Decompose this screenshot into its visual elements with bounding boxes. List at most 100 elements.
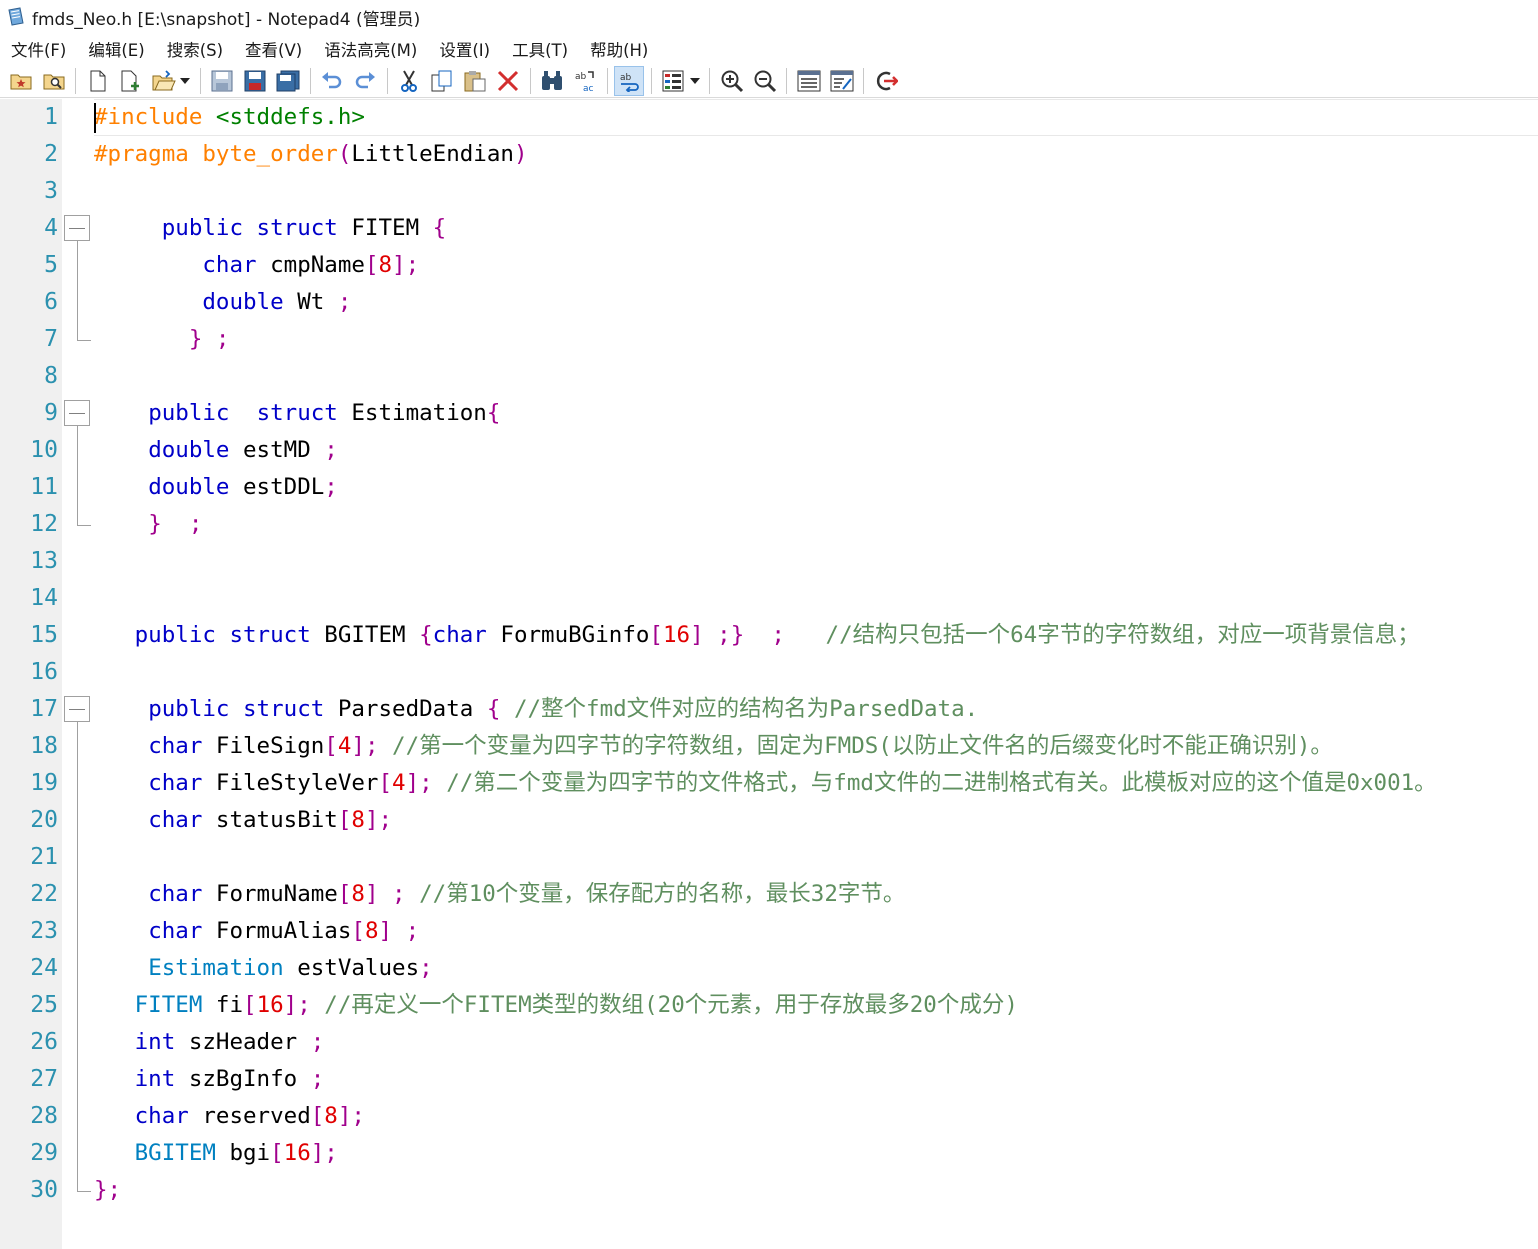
code-token: [	[270, 1140, 284, 1166]
code-line: double estDDL;	[94, 469, 338, 506]
code-token: 8	[351, 807, 365, 833]
fold-toggle-icon[interactable]	[64, 696, 90, 722]
code-token: BGITEM	[134, 1140, 216, 1166]
code-line: Estimation estValues;	[94, 950, 433, 987]
menu-bar: 文件(F) 编辑(E) 搜索(S) 查看(V) 语法高亮(M) 设置(I) 工具…	[0, 34, 1538, 64]
favorites-icon[interactable]	[7, 67, 35, 95]
delete-icon[interactable]	[494, 67, 522, 95]
code-token: estValues	[283, 955, 420, 981]
code-token: ;	[771, 622, 785, 648]
code-token: ;	[324, 1140, 338, 1166]
code-line: } ;	[94, 321, 230, 358]
line-number: 23	[30, 918, 58, 944]
line-number: 13	[30, 548, 58, 574]
find-icon[interactable]	[538, 67, 566, 95]
zoom-out-icon[interactable]	[751, 67, 779, 95]
scheme-icon[interactable]	[659, 67, 687, 95]
line-number: 3	[44, 178, 58, 204]
code-token: ]	[310, 1140, 325, 1166]
menu-settings[interactable]: 设置(I)	[428, 37, 501, 61]
copy-icon[interactable]	[428, 67, 456, 95]
line-number: 6	[44, 289, 58, 315]
code-token: ;	[392, 881, 406, 907]
line-number: 25	[30, 992, 58, 1018]
fold-toggle-icon[interactable]	[64, 215, 90, 241]
save-icon[interactable]	[208, 67, 236, 95]
code-token: ]	[337, 1103, 352, 1129]
code-token: ParsedData	[324, 696, 487, 722]
browse-icon[interactable]	[40, 67, 68, 95]
code-token: //结构只包括一个64字节的字符数组，对应一项背景信息；	[825, 622, 1420, 648]
undo-icon[interactable]	[318, 67, 346, 95]
dropdown-arrow-icon[interactable]	[688, 67, 702, 95]
code-token: 16	[283, 1140, 311, 1166]
code-token: double	[202, 289, 284, 315]
menu-search[interactable]: 搜索(S)	[156, 37, 234, 61]
dropdown-arrow-icon[interactable]	[178, 67, 192, 95]
code-token: ]	[405, 770, 420, 796]
toolbar-separator	[386, 67, 388, 94]
code-token: };	[94, 1177, 122, 1203]
code-token: szHeader	[175, 1029, 311, 1055]
line-number: 7	[44, 326, 58, 352]
menu-tools[interactable]: 工具(T)	[501, 37, 579, 61]
code-line: int szBgInfo ;	[94, 1061, 325, 1098]
code-token: <stddefs.h>	[215, 104, 365, 130]
code-line: char cmpName[8];	[94, 247, 419, 284]
cut-icon[interactable]	[395, 67, 423, 95]
settings-icon[interactable]	[795, 67, 823, 95]
new-file-icon[interactable]	[84, 67, 112, 95]
code-line: char FormuAlias[8] ;	[94, 913, 419, 950]
code-token: [	[243, 992, 257, 1018]
redo-icon[interactable]	[351, 67, 379, 95]
zoom-in-icon[interactable]	[718, 67, 746, 95]
menu-syntax[interactable]: 语法高亮(M)	[313, 37, 428, 61]
code-token: 16	[256, 992, 284, 1018]
code-token: 8	[324, 1103, 338, 1129]
open-file-icon[interactable]	[150, 67, 178, 95]
code-token: Wt	[283, 289, 338, 315]
editor-area[interactable]: 1 2 3 4 5 6 7 8 9 10 11 12 13 14 15 16 17 18 19 20 21 22 23 24 2…	[0, 99, 1538, 1249]
menu-file[interactable]: 文件(F)	[0, 37, 77, 61]
paste-icon[interactable]	[461, 67, 489, 95]
code-text-area[interactable]: #include <stddefs.h> #pragma byte_order(L…	[94, 99, 1538, 1249]
replace-icon[interactable]: ab ac	[571, 67, 599, 95]
save-copy-icon[interactable]	[274, 67, 302, 95]
properties-icon[interactable]	[828, 67, 856, 95]
code-line: double Wt ;	[94, 284, 351, 321]
code-token: reserved	[188, 1103, 311, 1129]
line-number: 18	[30, 733, 58, 759]
word-wrap-icon[interactable]: ab	[614, 65, 644, 96]
line-number: 10	[30, 437, 58, 463]
menu-view[interactable]: 查看(V)	[234, 37, 313, 61]
menu-help[interactable]: 帮助(H)	[579, 37, 659, 61]
text-caret	[94, 103, 96, 133]
line-number: 17	[30, 696, 58, 722]
code-token: [	[364, 252, 379, 278]
code-line: BGITEM bgi[16];	[94, 1135, 338, 1172]
code-token: estMD	[229, 437, 325, 463]
code-token: }	[730, 622, 745, 648]
menu-edit[interactable]: 编辑(E)	[77, 37, 155, 61]
save-as-icon[interactable]	[241, 67, 269, 95]
code-line: char statusBit[8];	[94, 802, 392, 839]
code-token: char	[134, 1103, 189, 1129]
code-token: ;	[419, 955, 433, 981]
exit-icon[interactable]	[872, 67, 900, 95]
code-token: {	[432, 215, 447, 241]
toolbar-separator	[309, 67, 311, 94]
new-window-icon[interactable]	[117, 67, 145, 95]
code-token: )	[513, 141, 528, 167]
code-token: 4	[392, 770, 406, 796]
fold-toggle-icon[interactable]	[64, 400, 90, 426]
